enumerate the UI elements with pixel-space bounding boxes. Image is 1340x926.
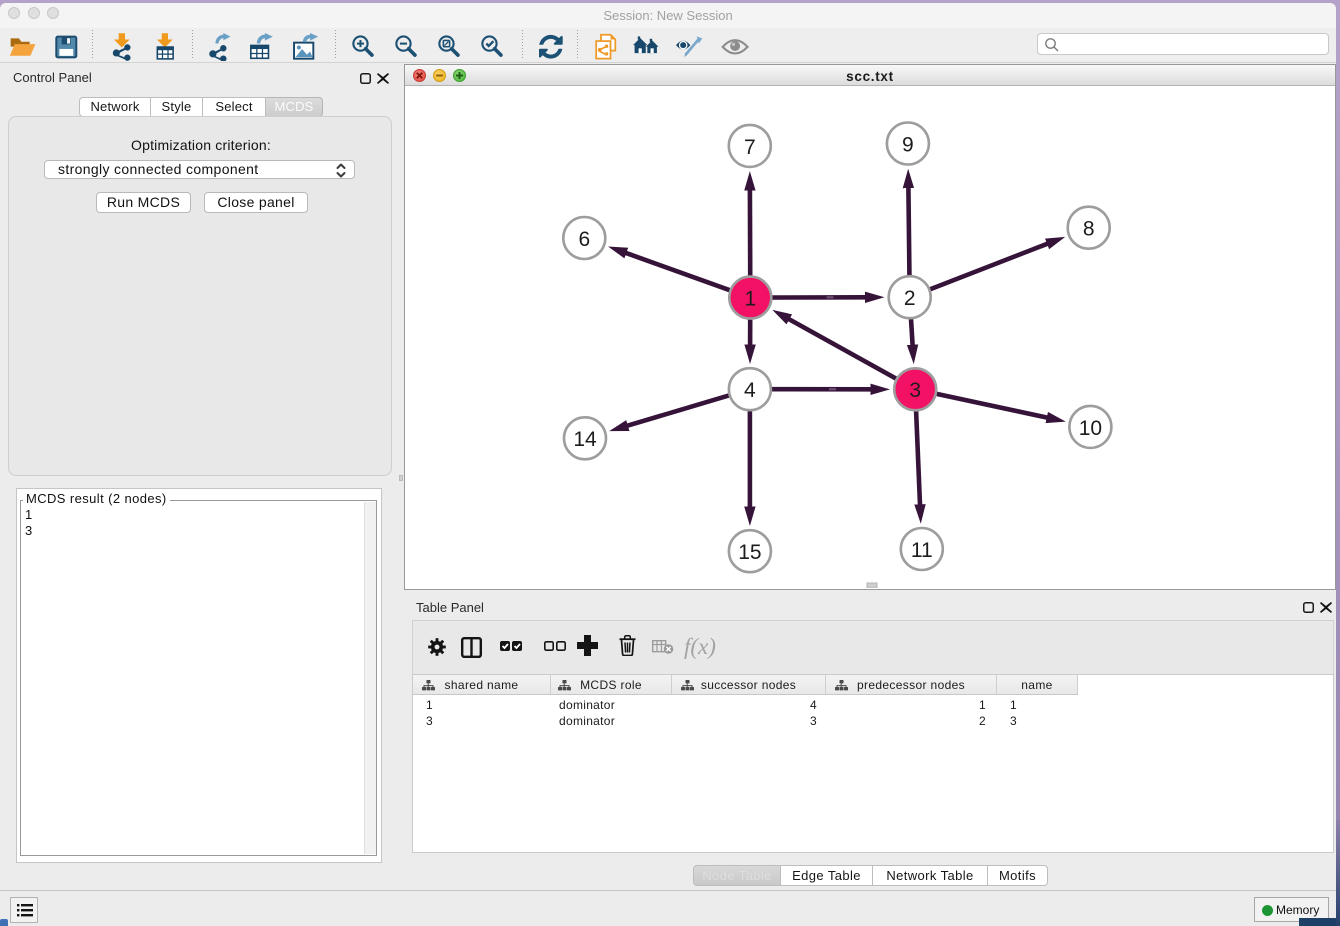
svg-text:8: 8 <box>1083 218 1095 241</box>
svg-text:4: 4 <box>744 379 756 402</box>
svg-text:15: 15 <box>738 541 761 564</box>
svg-text:7: 7 <box>744 136 756 159</box>
svg-text:2: 2 <box>904 287 916 310</box>
svg-text:3: 3 <box>909 379 921 402</box>
svg-text:6: 6 <box>578 228 590 251</box>
svg-text:1: 1 <box>744 288 756 311</box>
svg-text:10: 10 <box>1079 417 1102 440</box>
svg-text:14: 14 <box>573 428 597 451</box>
svg-text:9: 9 <box>902 133 914 156</box>
svg-text:11: 11 <box>911 539 933 562</box>
